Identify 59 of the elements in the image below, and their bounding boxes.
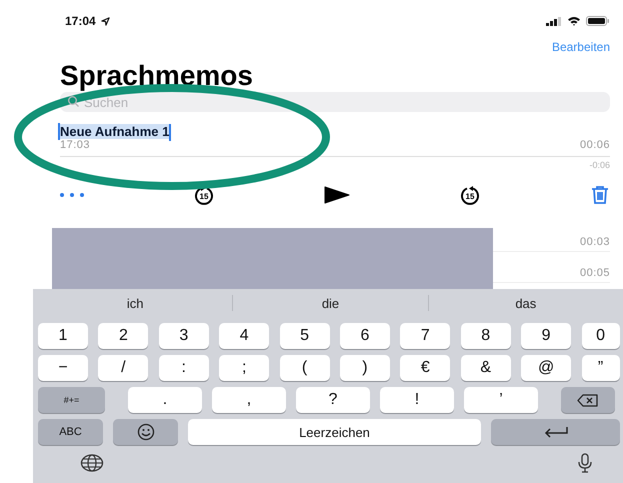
keyboard-key[interactable]: 8 — [460, 323, 511, 349]
keyboard-key[interactable]: ’ — [464, 387, 538, 413]
emoji-key[interactable] — [113, 419, 178, 445]
keyboard-key[interactable]: ” — [582, 355, 620, 381]
search-icon — [68, 96, 79, 107]
keyboard-key[interactable]: 1 — [38, 323, 88, 349]
page-title: Sprachmemos — [60, 62, 253, 90]
recording-duration: 00:05 — [580, 267, 610, 279]
recording-duration: 00:03 — [580, 236, 610, 248]
return-icon — [542, 426, 568, 438]
abc-key[interactable]: ABC — [38, 419, 103, 445]
keyboard-key[interactable]: . — [128, 387, 202, 413]
keyboard-key[interactable]: @ — [521, 355, 572, 381]
keyboard-key[interactable]: ? — [296, 387, 370, 413]
keyboard-key[interactable]: & — [460, 355, 511, 381]
recording-duration: 00:06 — [580, 139, 610, 151]
keyboard-key[interactable]: : — [158, 355, 209, 381]
return-key[interactable] — [491, 419, 620, 445]
keyboard-key[interactable]: 2 — [98, 323, 148, 349]
skip-back-button[interactable]: 15 — [193, 185, 215, 205]
remaining-time: -0:06 — [589, 160, 610, 170]
more-icon[interactable] — [60, 193, 84, 197]
keyboard-key[interactable]: 7 — [400, 323, 450, 349]
globe-icon[interactable] — [80, 454, 104, 472]
battery-icon — [586, 16, 610, 26]
keyboard-key[interactable]: ; — [219, 355, 270, 381]
keyboard-key[interactable]: ! — [380, 387, 454, 413]
keyboard-key[interactable]: 3 — [158, 323, 209, 349]
keyboard-key[interactable]: 9 — [521, 323, 572, 349]
microphone-icon[interactable] — [577, 453, 593, 473]
play-icon[interactable] — [324, 186, 350, 204]
keyboard-key[interactable]: € — [400, 355, 450, 381]
selection-start-handle[interactable] — [58, 123, 60, 140]
keyboard-key[interactable]: 5 — [280, 323, 330, 349]
backspace-key[interactable] — [561, 387, 615, 413]
keyboard-key[interactable]: 6 — [340, 323, 390, 349]
keyboard-key[interactable]: / — [98, 355, 148, 381]
word-suggestion[interactable]: ich — [38, 296, 232, 310]
more-symbols-key[interactable]: #+= — [38, 387, 105, 413]
keyboard-key[interactable]: , — [212, 387, 286, 413]
trash-icon[interactable] — [590, 185, 610, 205]
wifi-icon — [567, 16, 581, 26]
keyboard-key[interactable]: ) — [340, 355, 390, 381]
signal-icon — [546, 16, 562, 26]
status-time: 17:04 — [65, 14, 96, 28]
keyboard-key[interactable]: 4 — [219, 323, 270, 349]
skip-forward-button[interactable]: 15 — [459, 185, 481, 205]
word-suggestion[interactable]: die — [233, 296, 428, 310]
keyboard-key[interactable]: ( — [280, 355, 330, 381]
recording-title[interactable]: Neue Aufnahme 1 — [60, 124, 172, 139]
keyboard-key[interactable]: 0 — [582, 323, 620, 349]
space-key[interactable]: Leerzeichen — [188, 419, 481, 445]
emoji-icon — [136, 423, 154, 441]
keyboard-key[interactable]: − — [38, 355, 88, 381]
word-suggestion[interactable]: das — [428, 296, 623, 310]
location-arrow-icon — [100, 16, 110, 26]
selection-end-handle[interactable] — [169, 124, 172, 141]
backspace-icon — [577, 394, 599, 406]
recording-date: 17:03 — [60, 139, 90, 151]
